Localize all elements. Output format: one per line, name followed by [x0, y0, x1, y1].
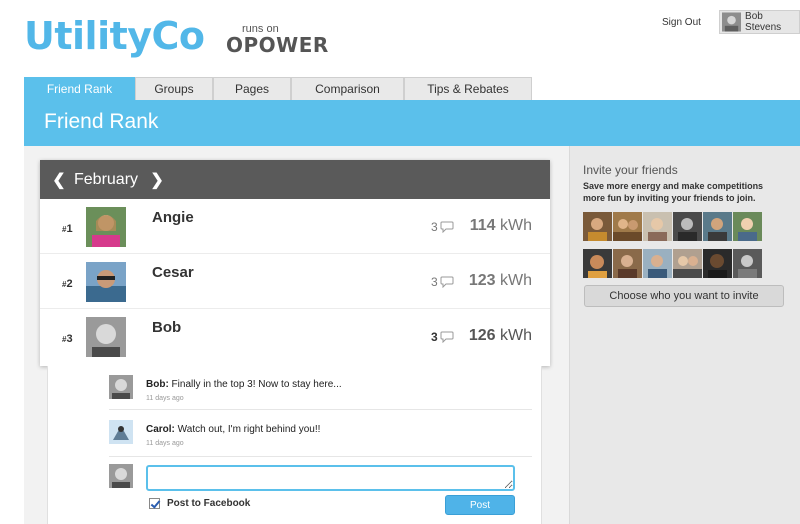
comment-bubble-icon: [440, 331, 454, 343]
friend-photo[interactable]: [643, 212, 672, 241]
thread-pointer: [441, 360, 455, 367]
tab-pages[interactable]: Pages: [213, 77, 291, 100]
post-to-facebook-option[interactable]: Post to Facebook: [149, 498, 250, 509]
rank-label: #2: [62, 278, 73, 290]
facebook-checkbox[interactable]: [149, 498, 160, 509]
friend-photo[interactable]: [673, 212, 702, 241]
avatar: [109, 375, 133, 399]
month-selector: ❮ February ❯: [40, 160, 550, 199]
choose-invite-button[interactable]: Choose who you want to invite: [584, 285, 784, 307]
chevron-right-icon[interactable]: ❯: [146, 170, 168, 190]
avatar: [109, 420, 133, 444]
leaderboard-row[interactable]: #1 Angie 3 114 kWh: [40, 199, 550, 254]
rank-label: #3: [62, 333, 73, 345]
divider: [109, 456, 532, 457]
comment-bubble-icon: [440, 221, 454, 233]
post-to-facebook-label: Post to Facebook: [167, 498, 251, 509]
main-tabs: Friend Rank Groups Pages Comparison Tips…: [24, 77, 532, 100]
page-banner: Friend Rank: [24, 100, 800, 146]
comment-count[interactable]: 3: [431, 275, 454, 289]
month-label: February: [74, 170, 139, 188]
friend-photo[interactable]: [733, 212, 762, 241]
tab-groups[interactable]: Groups: [135, 77, 213, 100]
leaderboard-row[interactable]: #3 Bob 3 126 kWh: [40, 309, 550, 364]
tab-friend-rank[interactable]: Friend Rank: [24, 77, 135, 100]
comment-bubble-icon: [440, 276, 454, 288]
friend-photo[interactable]: [613, 249, 642, 278]
page-title: Friend Rank: [44, 110, 159, 133]
comment-time: 11 days ago: [146, 440, 184, 447]
post-button[interactable]: Post: [445, 495, 515, 515]
kwh-value: 114 kWh: [469, 217, 532, 234]
avatar: [86, 207, 126, 247]
friend-photos-row: [583, 249, 765, 278]
tab-tips-rebates[interactable]: Tips & Rebates: [404, 77, 532, 100]
friend-photo[interactable]: [613, 212, 642, 241]
friend-name: Bob: [152, 319, 182, 336]
kwh-value: 126 kWh: [468, 327, 532, 344]
friend-name: Cesar: [152, 264, 194, 281]
opower-wordmark: OPOWER: [226, 33, 329, 57]
invite-title: Invite your friends: [583, 163, 678, 177]
friend-photo[interactable]: [583, 249, 612, 278]
opower-logo: runs on OPOWER: [226, 24, 329, 57]
friend-photos-row: [583, 212, 765, 241]
friend-name: Angie: [152, 209, 194, 226]
comment-text: Bob: Finally in the top 3! Now to stay h…: [146, 379, 342, 390]
comment-count[interactable]: 3: [431, 220, 454, 234]
kwh-value: 123 kWh: [468, 272, 532, 289]
comment-text: Carol: Watch out, I'm right behind you!!: [146, 424, 321, 435]
sign-out-link[interactable]: Sign Out: [662, 17, 701, 28]
friend-photo[interactable]: [703, 249, 732, 278]
avatar: [722, 12, 742, 32]
friend-photo[interactable]: [703, 212, 732, 241]
rank-label: #1: [62, 223, 73, 235]
friend-photo[interactable]: [733, 249, 762, 278]
brand-logo: UtilityCo: [24, 14, 205, 58]
friend-photo[interactable]: [643, 249, 672, 278]
reply-input[interactable]: [146, 465, 515, 491]
comment-count[interactable]: 3: [431, 330, 454, 344]
tab-comparison[interactable]: Comparison: [291, 77, 404, 100]
user-menu[interactable]: Bob Stevens: [719, 10, 800, 34]
divider: [109, 409, 532, 410]
leaderboard-card: ❮ February ❯ #1 Angie 3 114 kWh #2 Cesar…: [40, 160, 550, 366]
friend-photo[interactable]: [583, 212, 612, 241]
invite-description: Save more energy and make competitions m…: [583, 181, 764, 203]
user-name: Bob Stevens: [745, 11, 782, 33]
chevron-left-icon[interactable]: ❮: [48, 170, 70, 190]
friend-photo[interactable]: [673, 249, 702, 278]
avatar: [86, 317, 126, 357]
avatar: [86, 262, 126, 302]
leaderboard-row[interactable]: #2 Cesar 3 123 kWh: [40, 254, 550, 309]
avatar: [109, 464, 133, 488]
comment-time: 11 days ago: [146, 395, 184, 402]
